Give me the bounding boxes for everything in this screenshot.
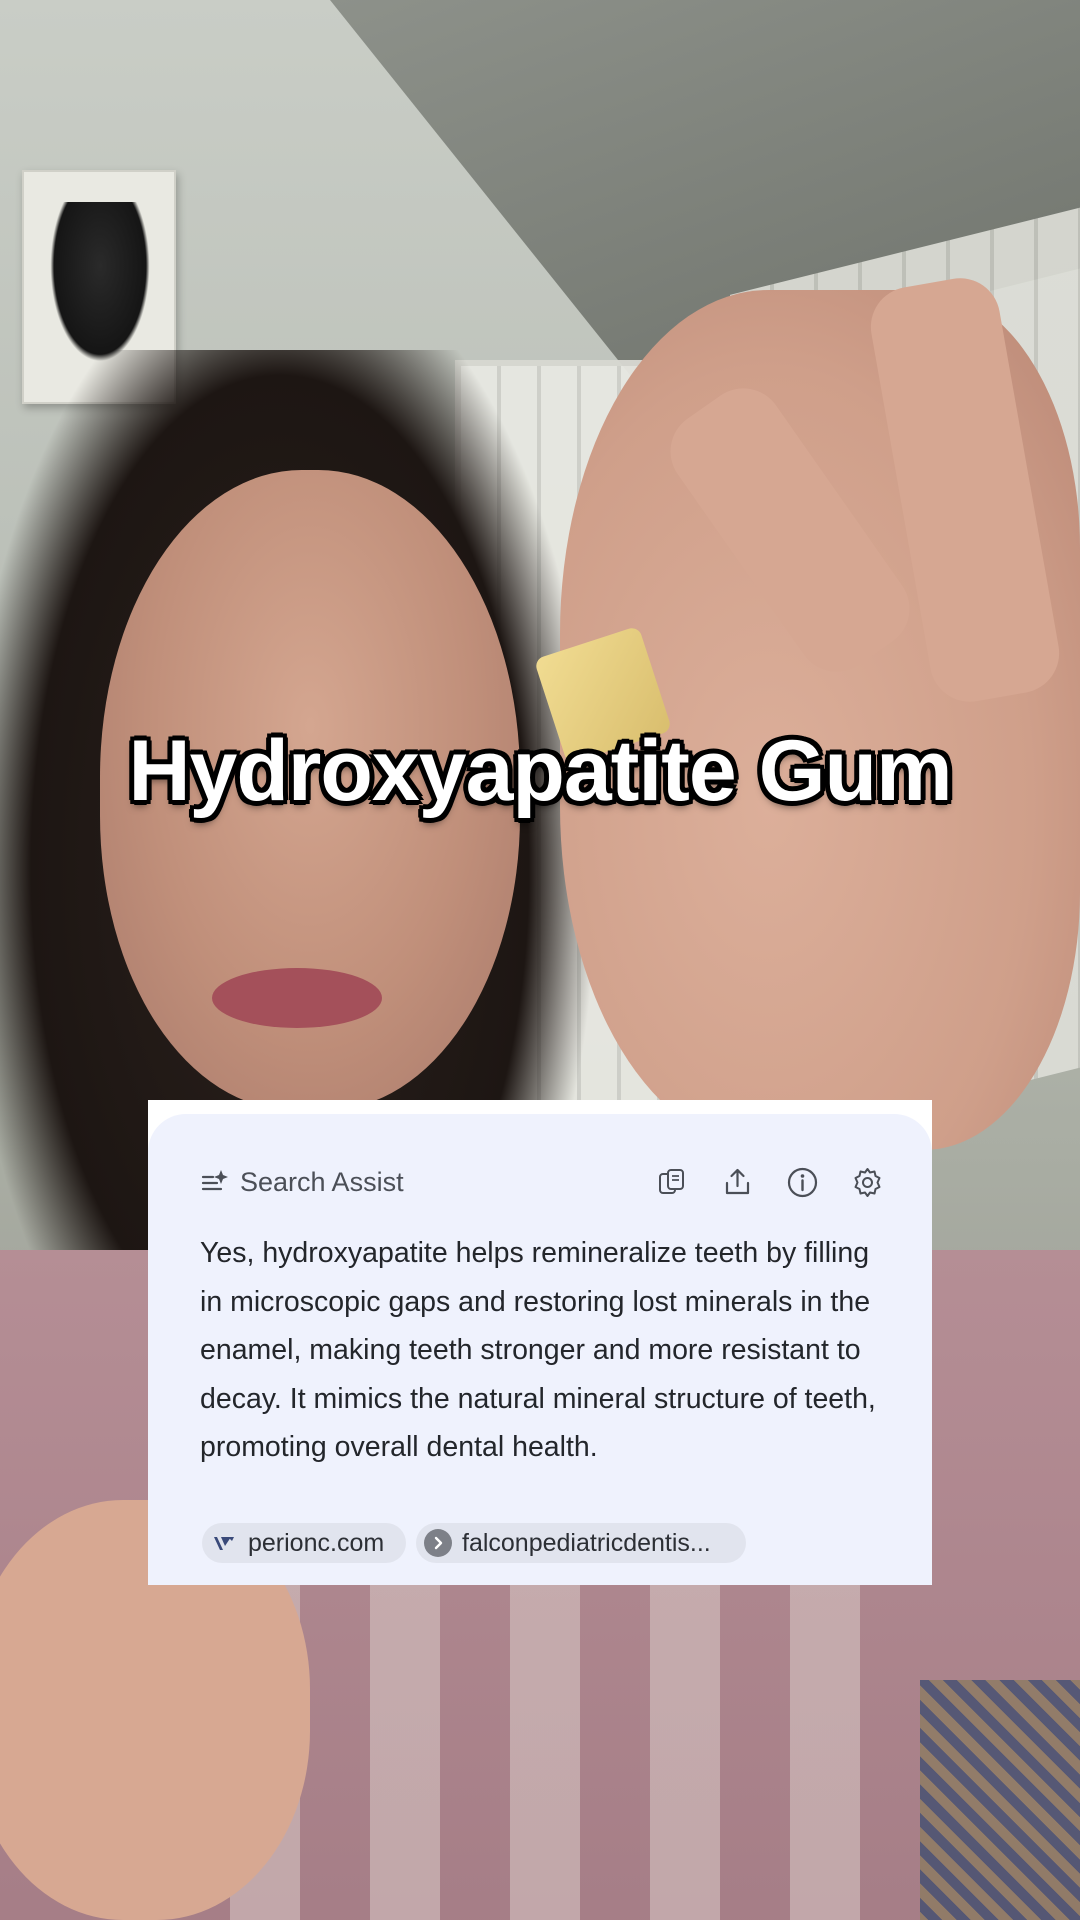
video-background — [0, 0, 1080, 1920]
perionc-favicon — [210, 1529, 238, 1557]
search-assist-answer: Yes, hydroxyapatite helps remineralize t… — [200, 1237, 876, 1463]
search-assist-title: Search Assist — [240, 1166, 404, 1197]
source-chip-falconpediatric[interactable]: falconpediatricdentis... — [416, 1523, 746, 1563]
header-tools — [656, 1166, 884, 1199]
share-icon[interactable] — [721, 1166, 754, 1199]
rug — [920, 1680, 1080, 1920]
search-assist-panel: Search Assist Yes, hydroxyapatite helps … — [148, 1114, 932, 1585]
source-label: falconpediatricdentis... — [462, 1528, 711, 1557]
sparkle-list-icon — [200, 1167, 230, 1197]
shirt-print — [230, 1560, 930, 1920]
chevron-right-favicon — [424, 1529, 452, 1557]
person-lips — [212, 968, 382, 1028]
copy-icon[interactable] — [656, 1166, 689, 1199]
source-label: perionc.com — [248, 1528, 385, 1557]
info-icon[interactable] — [786, 1166, 819, 1199]
dog-photo — [50, 202, 150, 362]
source-chip-perionc[interactable]: perionc.com — [202, 1523, 406, 1563]
search-assist-header: Search Assist — [200, 1162, 884, 1202]
video-caption: Hydroxyapatite Gum — [128, 723, 952, 819]
settings-gear-icon[interactable] — [851, 1166, 884, 1199]
search-assist-card: Search Assist Yes, hydroxyapatite helps … — [148, 1100, 932, 1585]
